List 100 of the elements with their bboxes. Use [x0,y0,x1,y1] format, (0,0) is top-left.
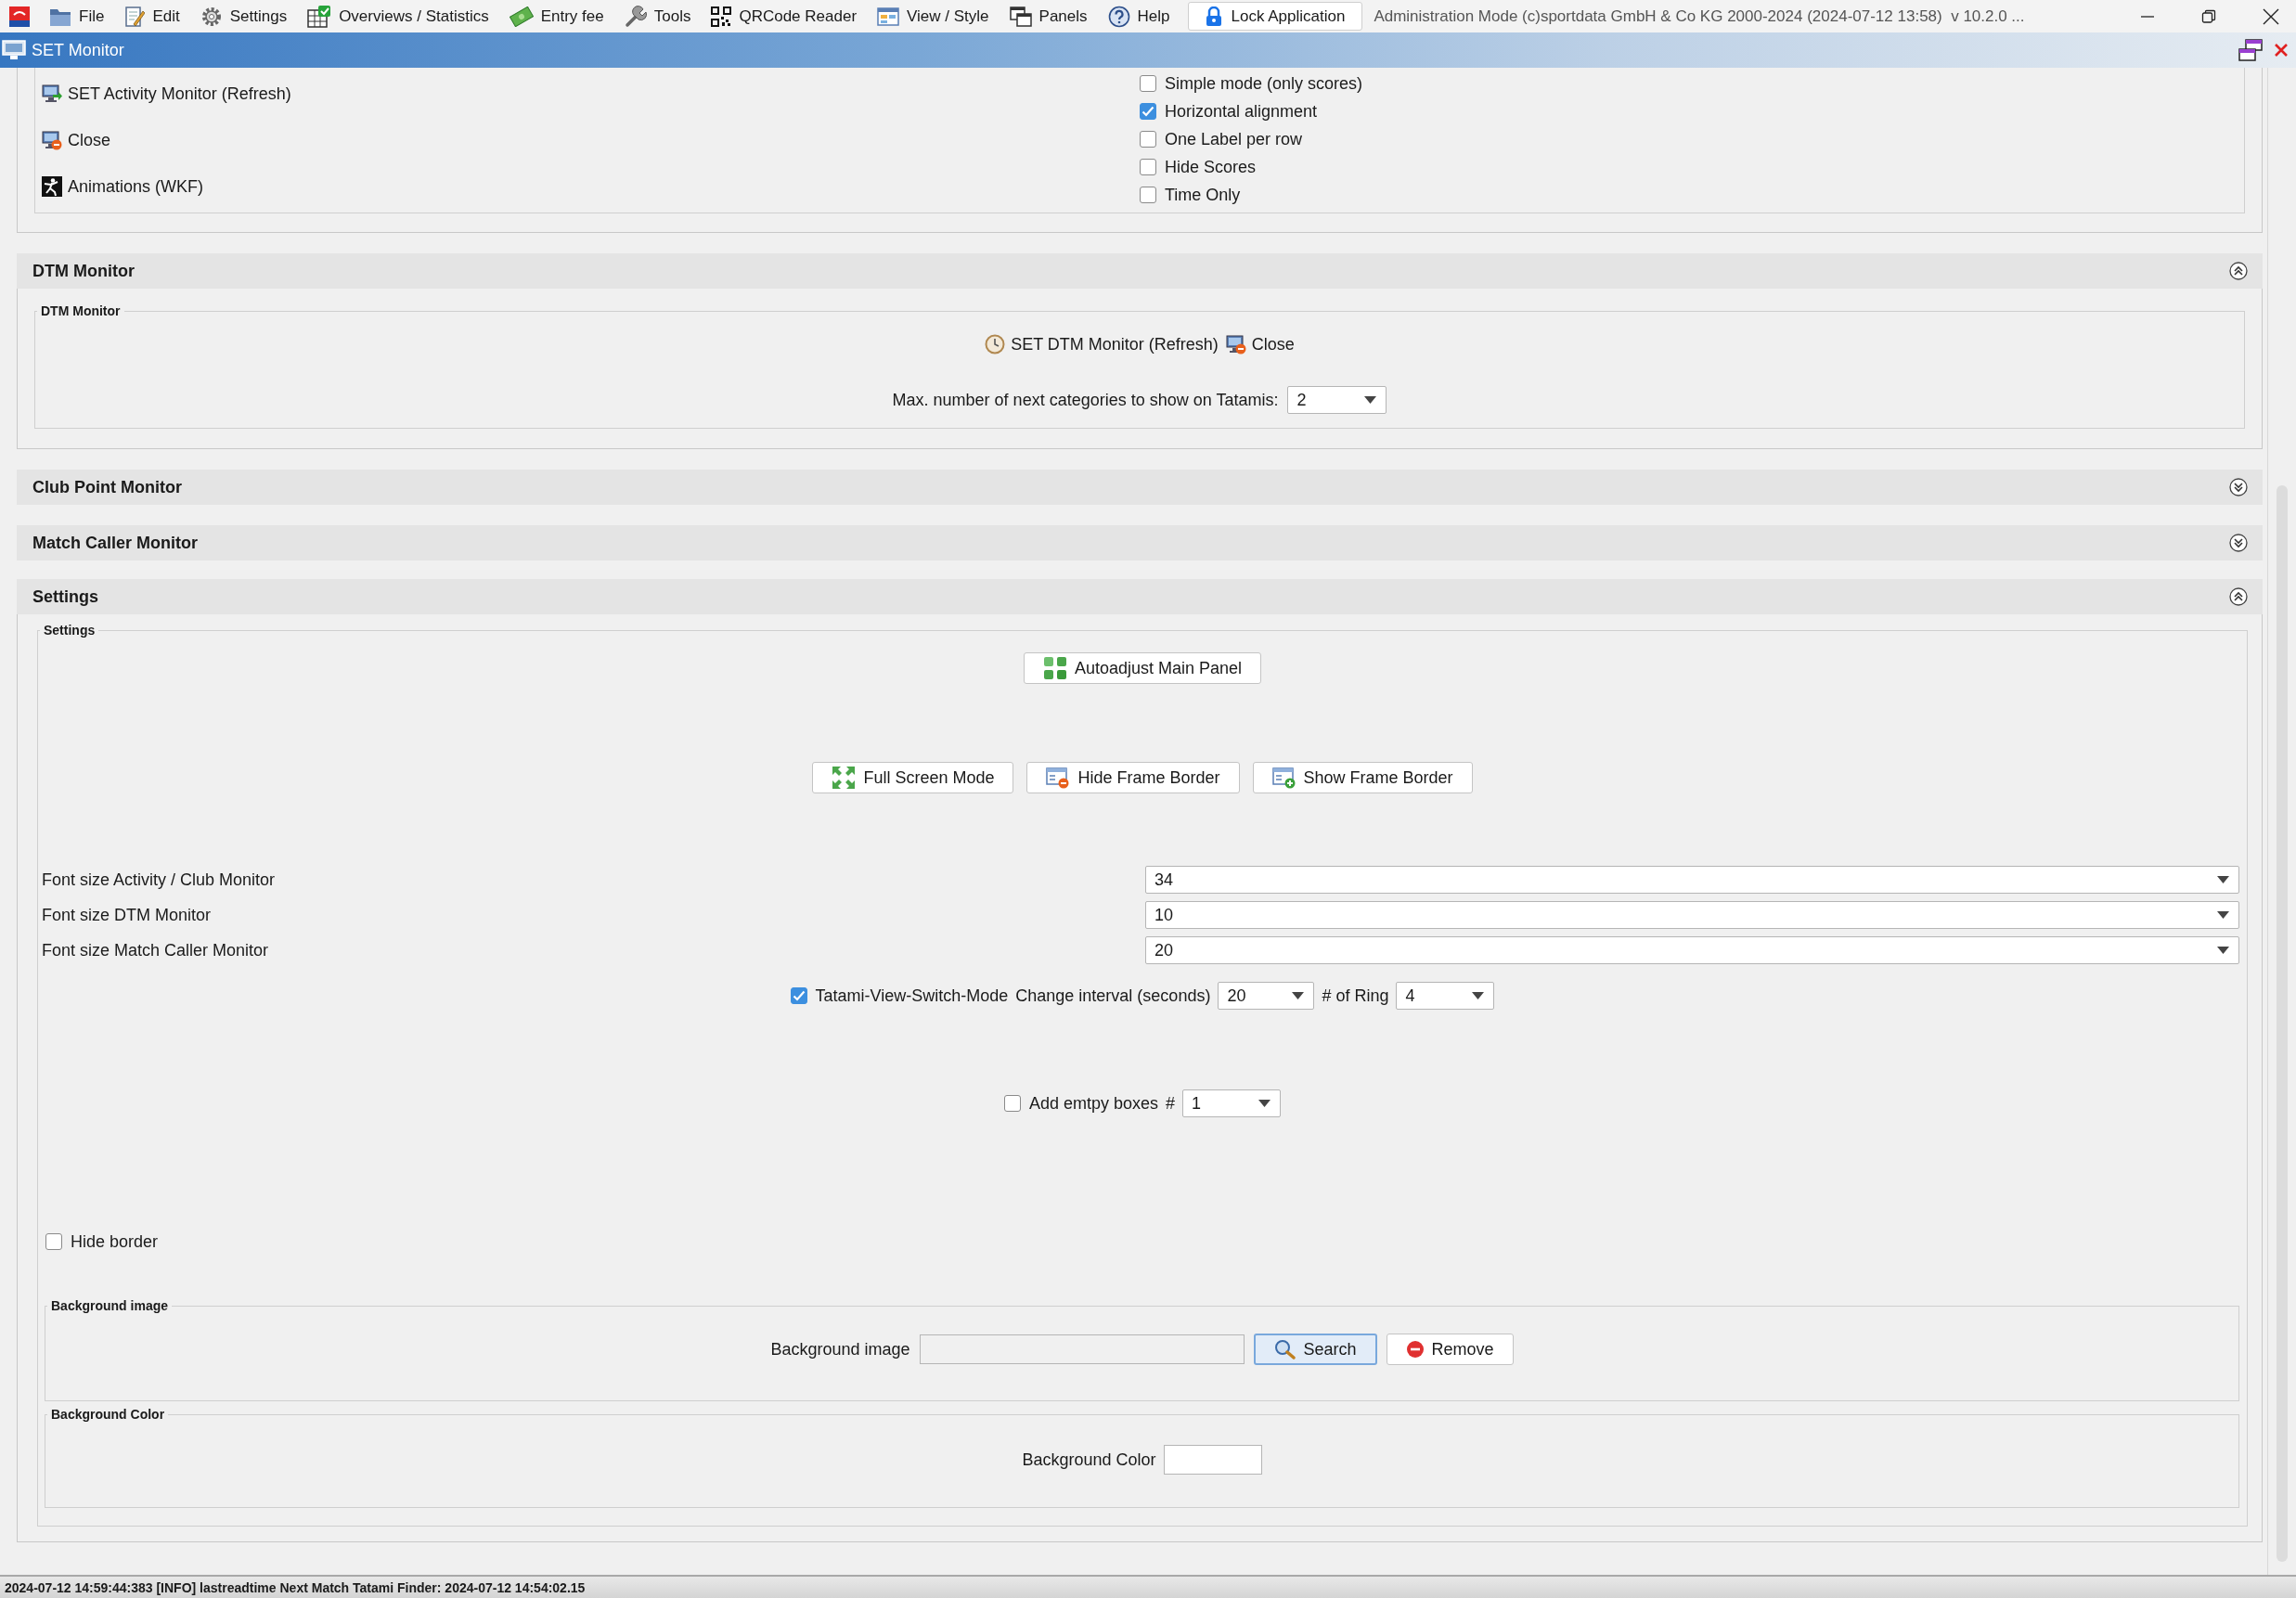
window-icon [877,6,900,27]
caret-icon[interactable] [1258,1100,1271,1107]
edit-icon [124,5,146,28]
expand-icon[interactable] [2229,534,2248,552]
field-label: Background Color [1022,1450,1156,1470]
menu-item[interactable]: Edit [114,0,190,32]
field-label: Font size DTM Monitor [42,904,213,926]
dropdown[interactable]: 1 [1182,1089,1282,1117]
section-header[interactable]: DTM Monitor [17,253,2263,289]
checkbox-label[interactable]: Time Only [1165,185,1241,205]
help-icon [1107,5,1130,28]
checkbox[interactable] [1140,131,1156,148]
checkbox[interactable] [1140,159,1156,175]
section-header[interactable]: Club Point Monitor [17,470,2263,505]
checkbox[interactable] [1140,187,1156,203]
menu-item[interactable]: File [39,0,115,32]
dropdown[interactable]: 2 [1287,386,1387,414]
menu-item[interactable]: Tools [613,0,702,32]
restore-icon[interactable] [2201,8,2216,24]
gear-icon [200,5,223,28]
checkbox-label[interactable]: Horizontal alignment [1165,101,1318,122]
windows-icon[interactable] [2238,39,2263,61]
group-title: Background Color [50,1407,166,1422]
menu-item[interactable]: Panels [999,0,1098,32]
group-title: Settings [43,623,97,638]
qr-code-icon [711,6,732,27]
caret-icon[interactable] [2217,876,2229,883]
section-title: DTM Monitor [32,261,135,281]
figure-icon [42,176,62,197]
section-title: Settings [32,586,98,607]
caret-icon[interactable] [1472,992,1485,999]
window-title: SET Monitor [32,40,124,60]
search-icon [1273,1339,1296,1360]
grid-icon [1042,656,1067,680]
caret-icon[interactable] [2217,947,2229,954]
window-plus-icon [1271,767,1296,789]
field-label: Max. number of next categories to show on Tatamis: [892,390,1279,410]
frame-button[interactable]: Show Frame Border [1252,762,1473,793]
collapse-icon[interactable] [2229,587,2248,606]
dropdown[interactable]: 20 [1145,936,2239,964]
lock-button[interactable]: Lock Application [1187,2,1363,31]
checkbox[interactable] [45,1233,62,1250]
field-label: Background image [770,1339,910,1360]
monitor-link[interactable]: Close [1225,329,1295,360]
checkbox-label[interactable]: Add emtpy boxes [1028,1093,1159,1114]
caret-icon[interactable] [1292,992,1305,999]
windows-icon [1009,6,1032,27]
checkbox[interactable] [1140,103,1156,120]
expand-icon[interactable] [2229,478,2248,496]
checkbox-label[interactable]: Tatami-View-Switch-Mode [815,986,1009,1006]
frame-button[interactable]: Hide Frame Border [1026,762,1240,793]
frame-button[interactable]: Full Screen Mode [812,762,1014,793]
caret-icon[interactable] [1364,396,1377,404]
monitor-link[interactable]: Close [42,117,111,163]
window-minus-icon [1046,767,1071,789]
checkbox-label[interactable]: Simple mode (only scores) [1165,73,1363,94]
color-field[interactable] [1163,1445,1262,1475]
menu-item[interactable]: Settings [189,0,298,32]
app-logo [9,6,30,27]
search-button[interactable]: Search [1253,1334,1377,1365]
remove-icon [1405,1340,1425,1359]
section-title: Match Caller Monitor [32,533,198,553]
monitor-link[interactable]: SET DTM Monitor (Refresh) [985,329,1219,360]
dropdown[interactable]: 10 [1145,901,2239,929]
checkbox[interactable] [1140,75,1156,92]
menu-item[interactable]: Help [1097,0,1180,32]
monitor-icon [42,130,62,150]
checkbox-label[interactable]: Hide border [71,1231,159,1252]
expand-arrows-icon [832,766,857,790]
table-icon [307,5,332,28]
section-header[interactable]: Match Caller Monitor [17,525,2263,561]
field-label: # of Ring [1322,986,1389,1006]
remove-button[interactable]: Remove [1386,1334,1514,1365]
dropdown[interactable]: 4 [1396,982,1495,1010]
autoadjust-button[interactable]: Autoadjust Main Panel [1023,652,1262,684]
checkbox[interactable] [1003,1095,1021,1112]
section-header[interactable]: Settings [17,579,2263,614]
input-field[interactable] [919,1334,1245,1364]
collapse-icon[interactable] [2229,262,2248,280]
monitor-link[interactable]: Animations (WKF) [42,163,204,210]
group-title: DTM Monitor [40,303,122,318]
menu-item[interactable]: QRCode Reader [701,0,868,32]
checkbox[interactable] [790,987,807,1004]
monitor-icon [42,84,62,104]
menu-item[interactable]: Overviews / Statistics [297,0,499,32]
monitor-icon [2,40,26,60]
menu-item[interactable]: View / Style [867,0,1000,32]
checkbox-label[interactable]: One Label per row [1165,129,1303,149]
monitor-icon [1225,334,1246,354]
dropdown[interactable]: 34 [1145,866,2239,894]
field-label: Font size Activity / Club Monitor [42,869,277,891]
close-icon[interactable] [2263,7,2279,25]
caret-icon[interactable] [2217,911,2229,919]
lock-icon [1205,6,1222,27]
status-bar: 2024-07-12 14:59:44:383 [INFO] lastreadtime Next Match Tatami Finder: 2024-07-12 14:54:02.15 [0,1575,2296,1598]
monitor-link[interactable]: SET Activity Monitor (Refresh) [42,71,291,117]
field-label: # [1166,1093,1176,1114]
menu-item[interactable]: Entry fee [498,0,614,32]
dropdown[interactable]: 20 [1218,982,1315,1010]
checkbox-label[interactable]: Hide Scores [1165,157,1257,177]
